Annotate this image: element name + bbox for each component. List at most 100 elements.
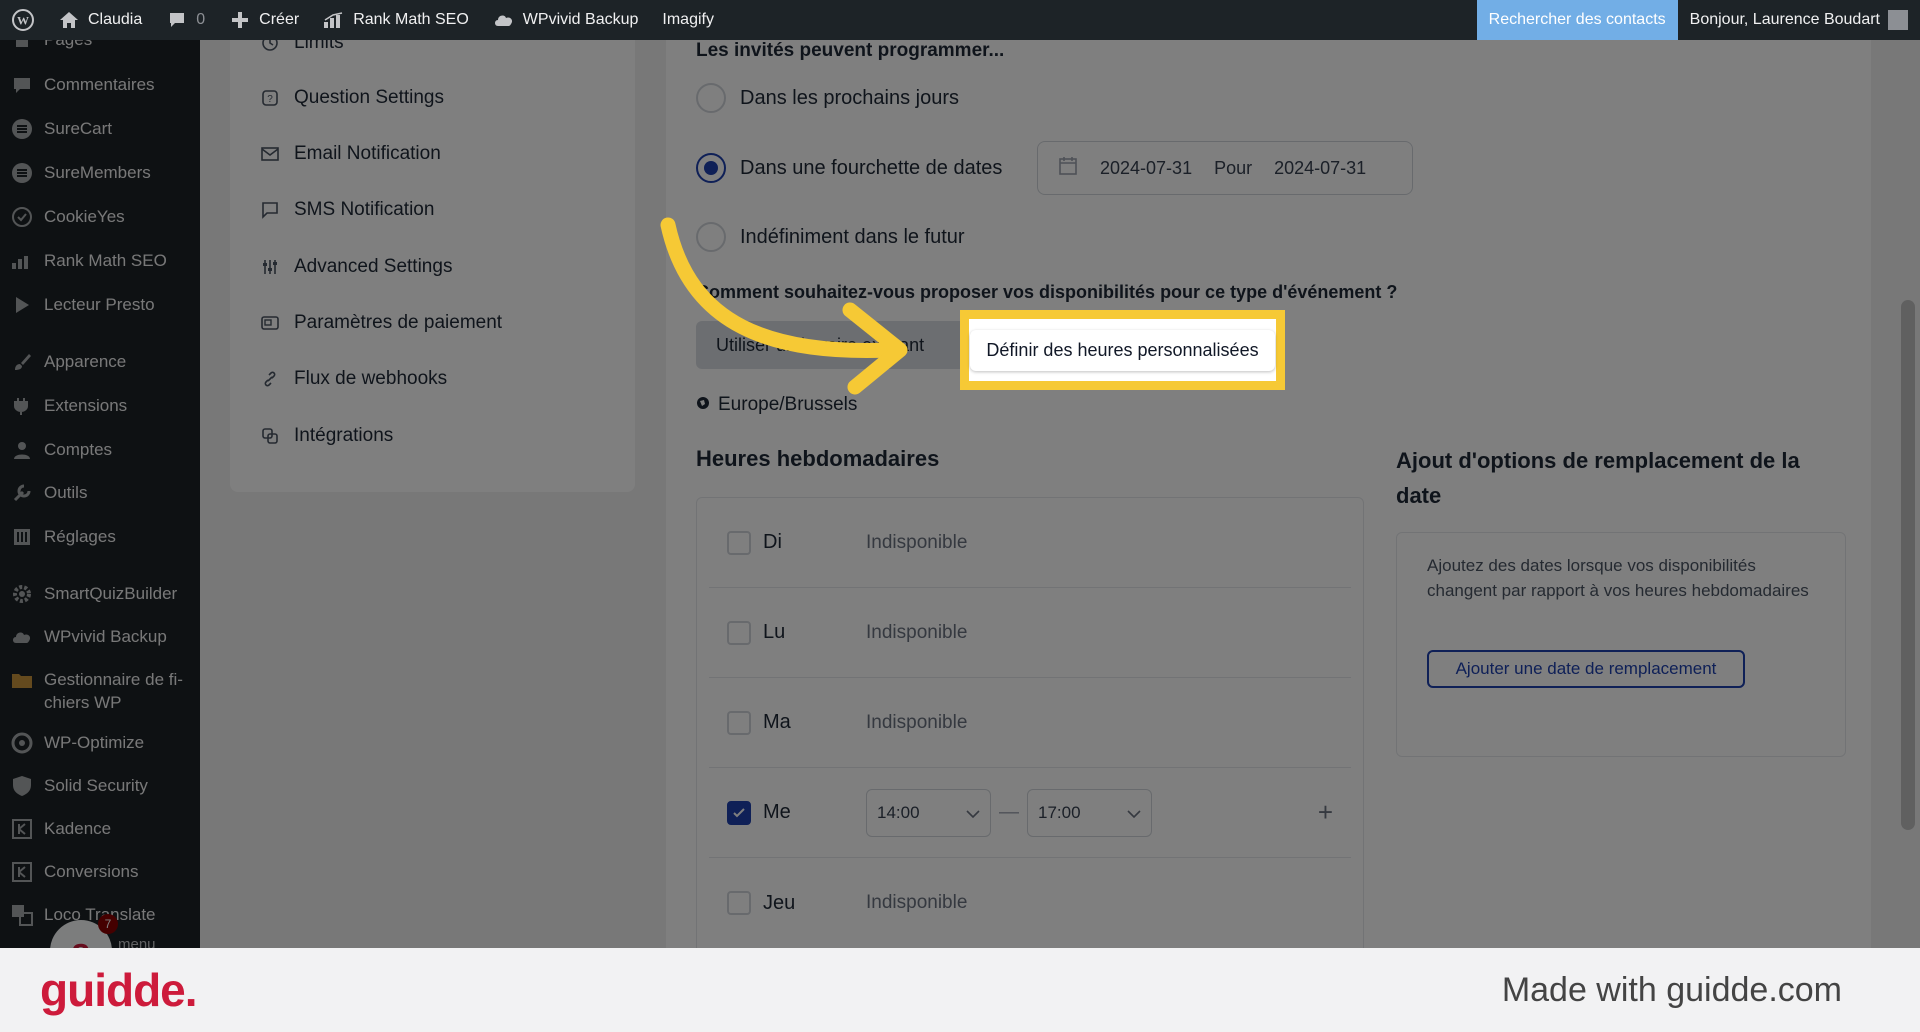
start-time: 14:00	[877, 802, 920, 822]
link-icon	[260, 369, 280, 389]
guidde-logo: guidde.	[40, 964, 198, 1016]
sidebar-item-label: Rank Math SEO	[44, 251, 167, 270]
day-checkbox[interactable]	[727, 620, 751, 645]
main-panel: Les invités peuvent programmer... Dans l…	[666, 40, 1871, 948]
sidebar-item-wpvivid[interactable]: WPvivid Backup	[0, 625, 200, 649]
chat-logo-icon: a	[71, 930, 91, 948]
sidebar-item-solid-security[interactable]: Solid Security	[0, 774, 200, 798]
date-to[interactable]: 2024-07-31	[1274, 158, 1366, 179]
sidebar-item-label: CookieYes	[44, 207, 125, 226]
day-checkbox[interactable]	[727, 891, 751, 915]
nav-sms-notification[interactable]: SMS Notification	[260, 199, 434, 221]
sidebar-item-label: WPvivid Backup	[44, 627, 167, 646]
account-menu[interactable]: Bonjour, Laurence Boudart	[1678, 0, 1920, 40]
nav-payment-settings[interactable]: Paramètres de paiement	[260, 312, 502, 334]
option-date-range[interactable]: Dans une fourchette de dates	[696, 153, 1002, 183]
optimize-icon	[10, 731, 34, 755]
radio-next-days[interactable]	[696, 83, 726, 113]
sidebar-item-label: Commentaires	[44, 75, 155, 94]
sidebar-item-surecart[interactable]: SureCart	[0, 117, 200, 141]
nav-question-settings[interactable]: ? Question Settings	[260, 87, 444, 109]
sidebar-item-comptes[interactable]: Comptes	[0, 438, 200, 462]
end-time: 17:00	[1038, 802, 1081, 822]
day-row: Me 14:00 — 17:00 +	[709, 768, 1351, 858]
date-range-picker[interactable]: 2024-07-31 Pour 2024-07-31	[1037, 141, 1413, 195]
nav-advanced-settings[interactable]: Advanced Settings	[260, 256, 452, 278]
new-content-link[interactable]: Créer	[217, 0, 311, 40]
sidebar-item-conversions[interactable]: Conversions	[0, 860, 200, 884]
imagify-link[interactable]: Imagify	[650, 0, 726, 40]
site-name-link[interactable]: Claudia	[46, 0, 154, 40]
kadence-icon	[10, 817, 34, 841]
sidebar-item-cookieyes[interactable]: CookieYes	[0, 205, 200, 229]
rank-math-label: Rank Math SEO	[353, 11, 469, 28]
question-icon: ?	[260, 88, 280, 108]
sms-icon	[260, 200, 280, 220]
sidebar-item-extensions[interactable]: Extensions	[0, 394, 200, 418]
integrations-icon	[260, 426, 280, 446]
option-next-days[interactable]: Dans les prochains jours	[696, 83, 959, 113]
wpvivid-link[interactable]: WPvivid Backup	[481, 0, 651, 40]
start-time-select[interactable]: 14:00	[866, 788, 991, 837]
sidebar-item-kadence[interactable]: Kadence	[0, 817, 200, 841]
day-name: Jeu	[763, 891, 796, 914]
nav-limits[interactable]: Limits	[260, 40, 344, 54]
comments-link[interactable]: 0	[154, 0, 217, 40]
nav-webhooks[interactable]: Flux de webhooks	[260, 368, 447, 390]
day-checkbox[interactable]	[727, 800, 751, 825]
date-overrides-card: Ajoutez des dates lorsque vos disponibil…	[1396, 532, 1846, 757]
wordpress-logo-button[interactable]: W	[0, 0, 46, 40]
sidebar-item-label: Pages	[44, 40, 92, 51]
option-label: Dans une fourchette de dates	[740, 156, 1003, 179]
sidebar-item-label: Apparence	[44, 352, 127, 371]
nav-email-notification[interactable]: Email Notification	[260, 143, 441, 165]
plus-icon	[229, 9, 251, 31]
admin-sidebar: Pages Commentaires SureCart SureMembers …	[0, 40, 200, 948]
day-name: Di	[763, 531, 782, 553]
sidebar-item-label: SureMembers	[44, 163, 151, 182]
pages-icon	[10, 40, 34, 52]
sidebar-item-label: SmartQuizBuilder	[44, 584, 178, 603]
sidebar-item-smartquizbuilder[interactable]: SmartQuizBuilder	[0, 582, 200, 606]
sidebar-item-commentaires[interactable]: Commentaires	[0, 73, 200, 97]
sidebar-item-pages[interactable]: Pages	[0, 40, 200, 52]
sidebar-item-rank-math[interactable]: Rank Math SEO	[0, 249, 200, 273]
sidebar-item-file-manager[interactable]: Gestionnaire de fi-chiers WP	[0, 668, 195, 714]
radio-date-range[interactable]	[696, 153, 726, 183]
day-status: Indisponible	[866, 892, 968, 913]
day-row: Di Indisponible	[709, 498, 1351, 588]
sidebar-item-suremembers[interactable]: SureMembers	[0, 161, 200, 185]
highlight-frame: Définir des heures personnalisées	[960, 310, 1285, 390]
sidebar-item-label: WP-Optimize	[44, 733, 145, 752]
scrollbar[interactable]	[1901, 300, 1915, 830]
sidebar-item-apparence[interactable]: Apparence	[0, 350, 200, 374]
rank-math-link[interactable]: Rank Math SEO	[311, 0, 481, 40]
gear-icon	[10, 582, 34, 606]
date-from[interactable]: 2024-07-31	[1100, 158, 1192, 179]
greeting: Bonjour, Laurence Boudart	[1689, 11, 1880, 28]
weekly-hours-card: Di Indisponible Lu Indisponible Ma Indis…	[696, 497, 1364, 948]
custom-hours-button[interactable]: Définir des heures personnalisées	[970, 329, 1275, 371]
button-label: Ajouter une date de remplacement	[1455, 659, 1717, 678]
notification-badge: 7	[98, 914, 118, 934]
sidebar-item-lecteur-presto[interactable]: Lecteur Presto	[0, 293, 200, 317]
sidebar-item-wp-optimize[interactable]: WP-Optimize	[0, 731, 200, 755]
end-time-select[interactable]: 17:00	[1027, 788, 1152, 837]
imagify-label: Imagify	[662, 11, 714, 28]
add-interval-button[interactable]: +	[1318, 797, 1333, 828]
nav-integrations[interactable]: Intégrations	[260, 425, 393, 447]
sidebar-item-reglages[interactable]: Réglages	[0, 525, 200, 549]
suremembers-icon	[10, 161, 34, 185]
chevron-down-icon	[966, 803, 980, 823]
sidebar-item-outils[interactable]: Outils	[0, 481, 200, 505]
date-separator: Pour	[1214, 157, 1253, 178]
weekly-hours-heading: Heures hebdomadaires	[696, 446, 940, 471]
nav-item-label: Paramètres de paiement	[294, 312, 503, 333]
add-date-override-button[interactable]: Ajouter une date de remplacement	[1427, 650, 1745, 688]
search-contacts-button[interactable]: Rechercher des contacts	[1476, 0, 1678, 40]
day-name: Me	[763, 801, 791, 823]
surecart-icon	[10, 117, 34, 141]
day-checkbox[interactable]	[727, 710, 751, 735]
day-checkbox[interactable]	[727, 530, 751, 555]
brush-icon	[10, 350, 34, 374]
